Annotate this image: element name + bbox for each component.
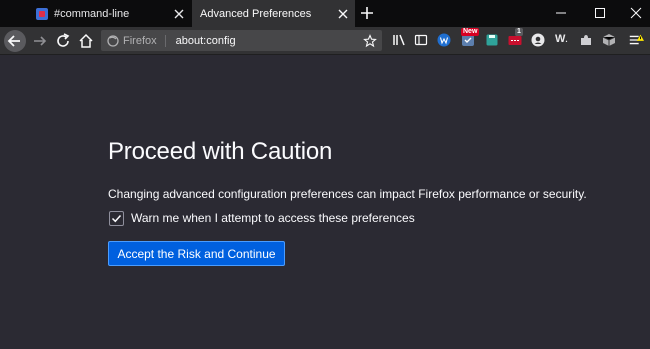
- tab-strip: #command-line Advanced Preferences: [0, 0, 650, 27]
- w-extension-icon[interactable]: W.: [555, 33, 571, 49]
- new-tab-plus-icon[interactable]: [358, 4, 376, 22]
- new-badge: New: [461, 28, 480, 36]
- identity-label: Firefox: [123, 34, 166, 47]
- url-text[interactable]: about:config: [166, 35, 363, 47]
- tab-label: Advanced Preferences: [200, 7, 312, 20]
- cube-extension-icon[interactable]: [601, 32, 617, 48]
- puzzle-extension-icon[interactable]: [578, 32, 594, 48]
- command-line-favicon-icon: [36, 7, 48, 20]
- warn-checkbox[interactable]: [109, 211, 124, 226]
- back-button[interactable]: [4, 30, 26, 52]
- home-icon[interactable]: [76, 31, 96, 51]
- w-extension-label: W: [555, 33, 566, 45]
- warn-checkbox-label[interactable]: Warn me when I attempt to access these p…: [131, 211, 415, 225]
- forward-arrow-icon[interactable]: [30, 31, 50, 51]
- minimize-icon[interactable]: [553, 5, 569, 21]
- close-icon[interactable]: [335, 6, 351, 22]
- arrow-left-icon: [7, 35, 20, 47]
- navigation-toolbar: Firefox about:config New 1 W.: [0, 27, 650, 55]
- tab-advanced-preferences[interactable]: Advanced Preferences: [192, 0, 355, 27]
- account-circle-icon[interactable]: [530, 32, 546, 48]
- firefox-icon: [107, 34, 119, 47]
- window-close-icon[interactable]: [628, 5, 644, 21]
- accept-risk-button[interactable]: Accept the Risk and Continue: [108, 241, 285, 266]
- star-icon[interactable]: [363, 33, 377, 48]
- count-badge: 1: [515, 28, 523, 36]
- sidebar-icon[interactable]: [413, 32, 429, 48]
- w-circle-extension-icon[interactable]: [436, 32, 452, 48]
- hamburger-menu-icon[interactable]: [628, 32, 644, 48]
- close-icon[interactable]: [171, 6, 187, 22]
- warning-message: Changing advanced configuration preferen…: [108, 187, 587, 201]
- tab-command-line[interactable]: #command-line: [30, 0, 191, 27]
- save-extension-icon[interactable]: [484, 32, 500, 48]
- url-bar[interactable]: Firefox about:config: [101, 30, 382, 51]
- tab-label: #command-line: [54, 7, 130, 20]
- maximize-icon[interactable]: [592, 5, 608, 21]
- checkmark-icon: [111, 214, 122, 223]
- page-title: Proceed with Caution: [108, 138, 333, 165]
- reload-icon[interactable]: [53, 31, 73, 51]
- library-icon[interactable]: [391, 32, 407, 48]
